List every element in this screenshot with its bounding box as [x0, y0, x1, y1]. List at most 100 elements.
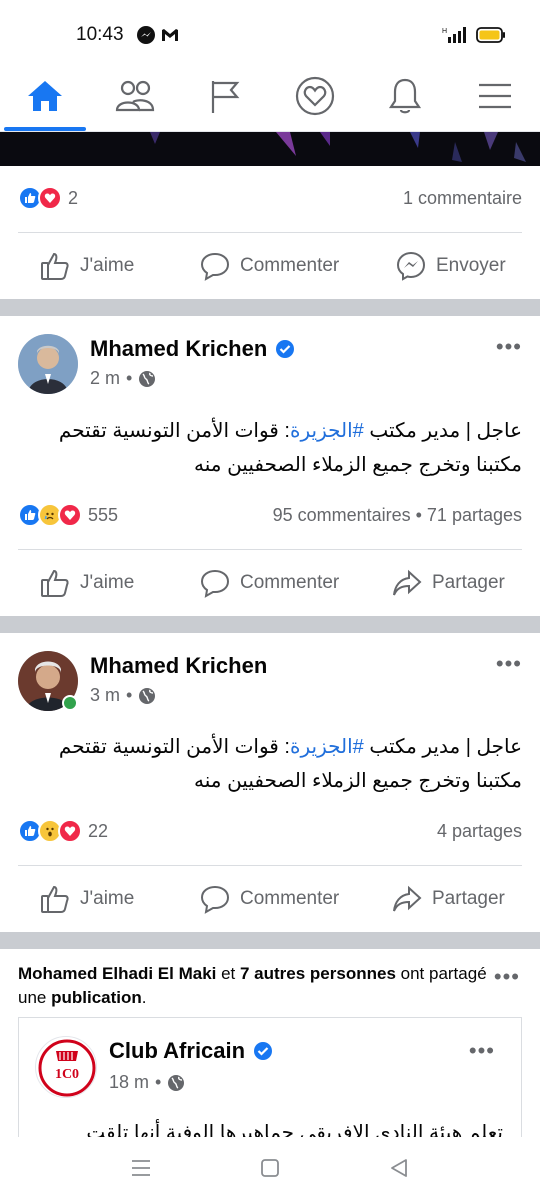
- author-name[interactable]: Mhamed Krichen: [90, 336, 295, 362]
- post-time[interactable]: 3 m •: [90, 685, 156, 706]
- tab-notifications[interactable]: [360, 62, 450, 130]
- others-link[interactable]: 7 autres personnes: [240, 964, 396, 983]
- hamburger-menu-icon: [479, 83, 511, 109]
- reaction-count: 2: [68, 187, 79, 208]
- top-navigation: [0, 62, 540, 132]
- comment-label: Commenter: [240, 255, 340, 276]
- hashtag-link[interactable]: #الجزيرة: [290, 736, 364, 758]
- home-square-icon[interactable]: [260, 1158, 280, 1183]
- post-video-thumbnail[interactable]: [0, 132, 540, 166]
- svg-text:H: H: [442, 28, 447, 35]
- post-text: عاجل | مدير مكتب #الجزيرة: قوات الأمن ال…: [58, 736, 522, 792]
- club-logo-avatar[interactable]: 1C0: [35, 1036, 97, 1098]
- comment-button[interactable]: Commenter: [200, 866, 339, 932]
- feed-separator: [0, 616, 540, 633]
- love-reaction-icon: [38, 186, 62, 210]
- feed-separator: [0, 932, 540, 949]
- author-avatar[interactable]: [18, 334, 78, 394]
- post-stats[interactable]: 95 commentaires • 71 partages: [273, 505, 522, 526]
- comment-icon: [200, 885, 230, 914]
- globe-icon: [139, 687, 156, 704]
- friends-icon: [115, 80, 155, 112]
- like-label: J'aime: [80, 572, 135, 593]
- tab-pages[interactable]: [180, 62, 270, 130]
- send-label: Envoyer: [436, 255, 506, 276]
- thumbs-up-icon: [41, 569, 69, 597]
- reaction-summary[interactable]: 2: [18, 186, 78, 210]
- feed-separator: [0, 299, 540, 316]
- recent-apps-icon[interactable]: [130, 1158, 152, 1183]
- messenger-icon: [396, 251, 426, 281]
- back-triangle-icon[interactable]: [388, 1157, 410, 1184]
- share-button[interactable]: Partager: [392, 866, 505, 932]
- post-time[interactable]: 18 m •: [109, 1072, 185, 1093]
- like-label: J'aime: [80, 888, 135, 909]
- comment-label: Commenter: [240, 888, 340, 909]
- thumbs-up-icon: [41, 885, 69, 913]
- thumbs-up-icon: [41, 252, 69, 280]
- status-bar: 10:43 H: [0, 0, 540, 62]
- globe-icon: [139, 370, 156, 387]
- like-button[interactable]: J'aime: [40, 550, 134, 616]
- more-options-button[interactable]: •••: [496, 651, 522, 677]
- comment-button[interactable]: Commenter: [200, 233, 339, 299]
- sharer-name[interactable]: Mohamed Elhadi El Maki: [18, 964, 216, 983]
- clock: 10:43: [76, 24, 124, 45]
- post-text: تعلم هيئة النادي الافريقي جماهيرها الوفي…: [86, 1122, 503, 1137]
- share-arrow-icon: [393, 885, 422, 912]
- club-logo-text: 1C0: [55, 1067, 79, 1082]
- globe-icon: [168, 1074, 185, 1091]
- author-name[interactable]: Mhamed Krichen: [90, 653, 267, 679]
- comment-icon: [200, 569, 230, 598]
- post-actions: J'aime Commenter Partager: [0, 550, 540, 616]
- send-button[interactable]: Envoyer: [396, 233, 506, 299]
- share-label: Partager: [432, 888, 505, 909]
- online-status-dot: [62, 695, 78, 711]
- battery-icon: [476, 27, 506, 48]
- home-icon: [28, 81, 62, 111]
- share-button[interactable]: Partager: [392, 550, 505, 616]
- post-header: Mhamed Krichen 2 m • •••: [18, 334, 522, 396]
- reaction-summary[interactable]: 22: [18, 819, 108, 843]
- flag-icon: [211, 81, 240, 113]
- system-navigation-bar: [0, 1138, 540, 1200]
- publication-link[interactable]: publication: [51, 988, 142, 1007]
- post-actions: J'aime Commenter Partager: [0, 866, 540, 932]
- messenger-notification-icon: [136, 25, 156, 45]
- tab-home[interactable]: [0, 62, 90, 131]
- club-name[interactable]: Club Africain: [109, 1038, 273, 1064]
- tab-friends[interactable]: [90, 62, 180, 130]
- like-button[interactable]: J'aime: [40, 233, 134, 299]
- shared-post-card[interactable]: 1C0 Club Africain 18 m • ••• تعلم هيئة ا…: [18, 1017, 522, 1137]
- post-stats[interactable]: 4 partages: [437, 821, 522, 842]
- reaction-count: 22: [88, 820, 109, 841]
- share-arrow-icon: [393, 569, 422, 596]
- heart-circle-icon: [295, 76, 335, 116]
- post-actions: J'aime Commenter Envoyer: [0, 233, 540, 299]
- like-button[interactable]: J'aime: [40, 866, 134, 932]
- comment-button[interactable]: Commenter: [200, 550, 339, 616]
- like-label: J'aime: [80, 255, 135, 276]
- more-options-button[interactable]: •••: [469, 1038, 495, 1064]
- post-text: عاجل | مدير مكتب #الجزيرة: قوات الأمن ال…: [58, 420, 522, 476]
- reaction-count: 555: [88, 504, 119, 525]
- hashtag-link[interactable]: #الجزيرة: [290, 420, 364, 442]
- comment-label: Commenter: [240, 572, 340, 593]
- verified-badge-icon: [276, 340, 295, 358]
- signal-icon: H: [442, 26, 468, 49]
- love-reaction-icon: [58, 819, 82, 843]
- share-label: Partager: [432, 572, 505, 593]
- tab-menu[interactable]: [450, 62, 540, 130]
- bell-icon: [388, 78, 422, 114]
- verified-badge-icon: [254, 1042, 273, 1060]
- comment-count-link[interactable]: 1 commentaire: [403, 188, 522, 209]
- shared-by-header: Mohamed Elhadi El Maki et 7 autres perso…: [18, 964, 487, 1007]
- comment-icon: [200, 252, 230, 281]
- tab-dating[interactable]: [270, 62, 360, 130]
- gmail-notification-icon: [160, 25, 180, 45]
- more-options-button[interactable]: •••: [494, 964, 520, 990]
- reaction-summary[interactable]: 555: [18, 503, 118, 527]
- love-reaction-icon: [58, 503, 82, 527]
- more-options-button[interactable]: •••: [496, 334, 522, 360]
- post-time[interactable]: 2 m •: [90, 368, 156, 389]
